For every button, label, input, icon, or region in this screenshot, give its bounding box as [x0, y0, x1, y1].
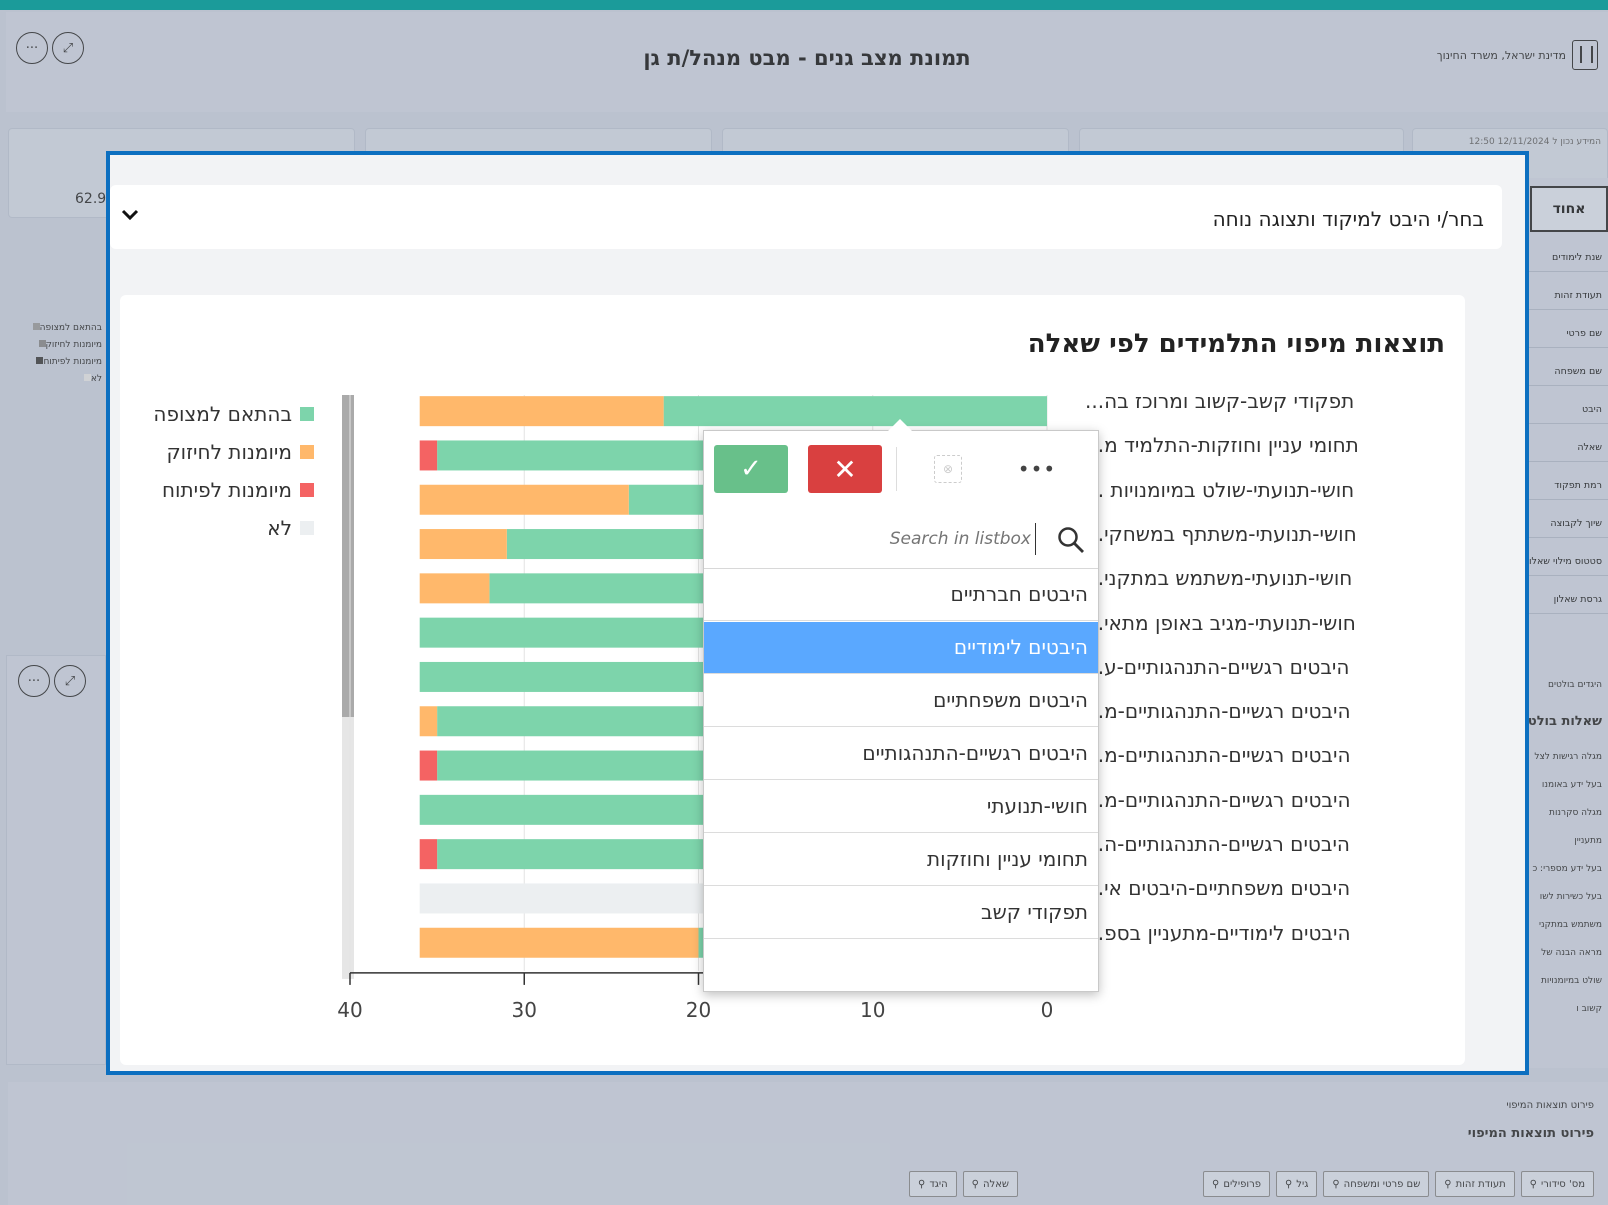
- category-label: היבטים רגשיים-התנהגותיים-ע...: [1085, 654, 1350, 679]
- listbox-item[interactable]: חושי-תנועתי: [704, 781, 1098, 833]
- category-label: היבטים לימודיים-מתעניין בספ...: [1085, 920, 1351, 945]
- x-tick-label: 20: [686, 998, 711, 1022]
- x-tick-label: 30: [512, 998, 537, 1022]
- bar-segment[interactable]: [419, 396, 664, 427]
- confirm-button[interactable]: ✓: [714, 445, 788, 493]
- category-label: היבטים משפחתיים-היבטים אי...: [1085, 876, 1351, 901]
- listbox-popup: ✓ ✕ ⊗ ••• היבטים חברתיים היבטים לימודיים…: [703, 419, 1099, 992]
- category-label: היבטים רגשיים-התנהגותיים-מ...: [1085, 787, 1351, 812]
- aspect-selector[interactable]: בחר/י היבט למיקוד ותצוגה נוחה: [110, 185, 1502, 249]
- clear-selection-icon[interactable]: ⊗: [934, 455, 962, 483]
- bar-segment[interactable]: [419, 927, 699, 958]
- listbox-item[interactable]: תחומי עניין וחוזקות: [704, 834, 1098, 886]
- category-label: תפקודי קשב-קשוב ומרוכז בה...: [1085, 389, 1355, 413]
- bar-segment[interactable]: [419, 706, 438, 737]
- toolbar-divider: [896, 447, 897, 491]
- category-label: חושי-תנועתי-מגיב באופן מתאי...: [1085, 610, 1356, 635]
- chart-scrollbar-thumb[interactable]: [342, 395, 354, 717]
- bar-segment[interactable]: [419, 484, 629, 515]
- listbox-item-selected[interactable]: היבטים לימודיים: [704, 622, 1098, 674]
- more-options-icon[interactable]: •••: [1014, 445, 1060, 493]
- focus-modal: בחר/י היבט למיקוד ותצוגה נוחה תוצאות מיפ…: [106, 151, 1529, 1075]
- x-tick-label: 40: [337, 998, 362, 1022]
- bar-segment[interactable]: [419, 839, 438, 870]
- bar-segment[interactable]: [419, 573, 490, 604]
- listbox-item[interactable]: תפקודי קשב: [704, 887, 1098, 939]
- listbox-search-input[interactable]: [716, 523, 1036, 555]
- bar-segment[interactable]: [419, 440, 438, 471]
- bar-segment[interactable]: [419, 529, 507, 560]
- category-label: חושי-תנועתי-משתמש במתקני...: [1085, 566, 1353, 591]
- x-tick-label: 0: [1041, 998, 1054, 1022]
- check-icon: ✓: [740, 454, 762, 484]
- listbox-search: [704, 511, 1098, 569]
- close-icon: ✕: [833, 452, 857, 486]
- category-label: חושי-תנועתי-משתתף במשחקי...: [1085, 521, 1357, 546]
- aspect-selector-label: בחר/י היבט למיקוד ותצוגה נוחה: [1212, 207, 1484, 231]
- listbox-item[interactable]: היבטים חברתיים: [704, 569, 1098, 621]
- popup-arrow: [888, 419, 912, 431]
- category-label: היבטים רגשיים-התנהגותיים-ה...: [1085, 832, 1350, 856]
- chevron-down-icon[interactable]: [118, 203, 142, 227]
- search-icon: [1058, 527, 1084, 553]
- bar-segment[interactable]: [419, 750, 438, 781]
- cancel-button[interactable]: ✕: [808, 445, 882, 493]
- category-label: תחומי עניין וחוזקות-התלמיד מ...: [1085, 433, 1359, 458]
- category-label: היבטים רגשיים-התנהגותיים-מ...: [1085, 699, 1351, 724]
- listbox-item[interactable]: היבטים משפחתיים: [704, 675, 1098, 727]
- category-label: חושי-תנועתי-שולט במיומנויות ...: [1085, 477, 1355, 502]
- category-label: היבטים רגשיים-התנהגותיים-מ...: [1085, 743, 1351, 768]
- bar-segment[interactable]: [663, 396, 1047, 427]
- x-tick-label: 10: [860, 998, 885, 1022]
- listbox-item[interactable]: היבטים רגשיים-התנהגותיים: [704, 728, 1098, 780]
